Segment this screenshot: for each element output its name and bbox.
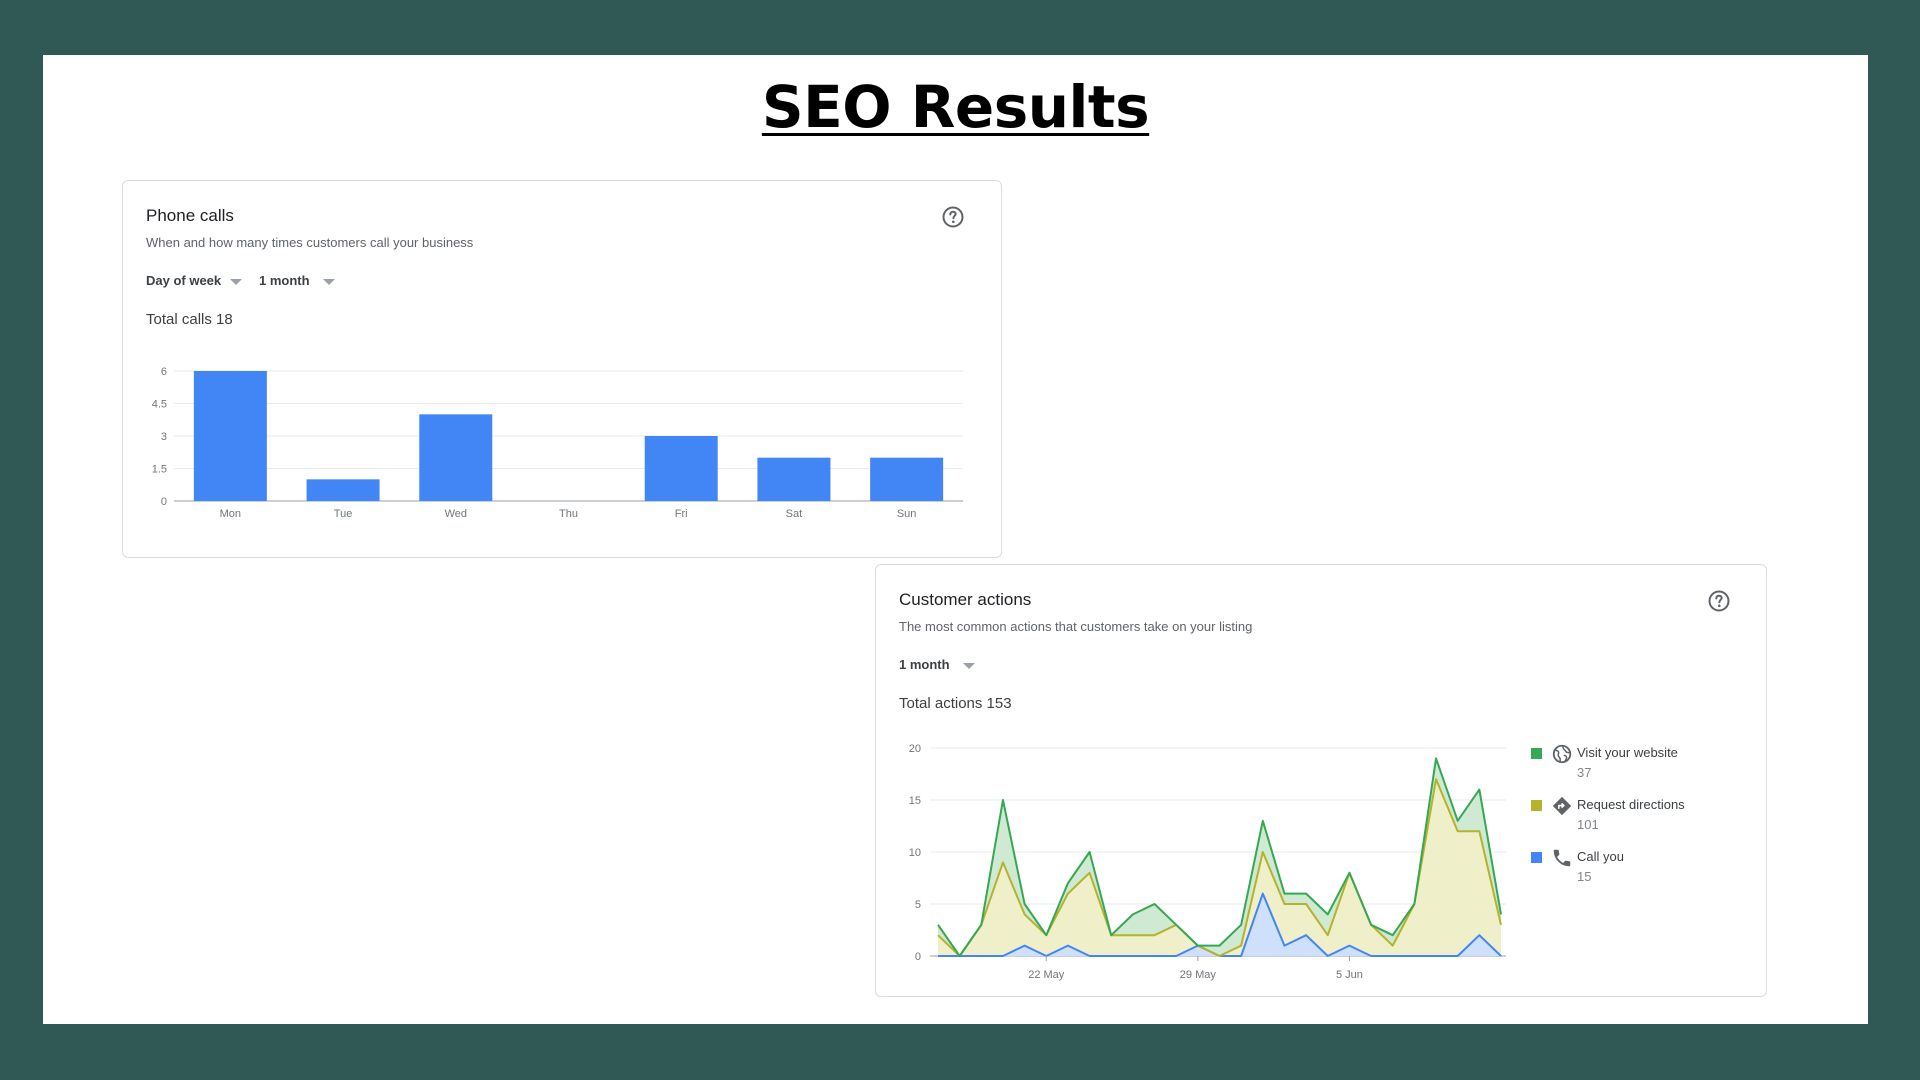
- y-tick-label: 5: [915, 899, 921, 911]
- x-tick-label: Wed: [445, 508, 467, 520]
- legend-value: 37: [1577, 765, 1592, 780]
- bar: [306, 479, 380, 501]
- y-tick-label: 6: [161, 366, 167, 378]
- range-dropdown[interactable]: 1 month: [899, 657, 975, 672]
- slide-title: SEO Results: [761, 73, 1150, 141]
- total-calls: Total calls 18: [146, 311, 233, 328]
- phone-calls-bar-chart: 0 1.5 3 4.5 6 Mon Tue Wed Thu Fri Sat Sun: [152, 366, 963, 520]
- phone-calls-subtitle: When and how many times customers call y…: [146, 235, 474, 250]
- customer-actions-subtitle: The most common actions that customers t…: [899, 619, 1253, 634]
- legend-value: 101: [1577, 817, 1599, 832]
- day-of-week-dropdown[interactable]: Day of week: [146, 273, 243, 288]
- x-tick-label: 22 May: [1028, 969, 1065, 981]
- chevron-down-icon: [962, 662, 975, 669]
- y-tick-label: 1.5: [152, 464, 167, 476]
- phone-icon: [1553, 849, 1571, 867]
- x-tick-label: Fri: [675, 508, 688, 520]
- x-tick-label: Sun: [897, 508, 917, 520]
- total-actions: Total actions 153: [899, 695, 1012, 712]
- bar: [757, 457, 831, 501]
- help-icon[interactable]: [1707, 589, 1731, 613]
- range-dropdown-label: 1 month: [259, 273, 310, 288]
- bar: [644, 436, 718, 501]
- legend-swatch: [1531, 852, 1542, 863]
- x-tick-label: Mon: [220, 508, 241, 520]
- y-tick-label: 10: [909, 847, 921, 859]
- chevron-down-icon: [322, 278, 335, 285]
- x-tick-label: Tue: [334, 508, 353, 520]
- legend-swatch: [1531, 748, 1542, 759]
- legend-label: Request directions: [1577, 797, 1685, 812]
- customer-actions-card: Customer actions The most common actions…: [875, 564, 1767, 997]
- x-tick-label: 5 Jun: [1336, 969, 1363, 981]
- legend-value: 15: [1577, 869, 1592, 884]
- globe-icon: [1552, 744, 1572, 764]
- legend-label: Call you: [1577, 849, 1624, 864]
- legend-label: Visit your website: [1577, 745, 1678, 760]
- y-tick-label: 0: [915, 951, 921, 963]
- directions-icon: [1552, 796, 1572, 816]
- phone-calls-title: Phone calls: [146, 206, 234, 225]
- y-tick-label: 4.5: [152, 399, 167, 411]
- y-tick-label: 15: [909, 795, 921, 807]
- y-tick-label: 0: [161, 496, 167, 508]
- slide: SEO Results Phone calls When and how man…: [43, 55, 1868, 1024]
- help-icon[interactable]: [941, 205, 965, 229]
- bar: [419, 414, 493, 501]
- bar: [193, 371, 267, 501]
- y-tick-label: 3: [161, 431, 167, 443]
- customer-actions-area-chart: 0 5 10 15 20 22 May 29 May 5 Jun: [909, 743, 1506, 981]
- customer-actions-title: Customer actions: [899, 590, 1032, 609]
- x-tick-label: Sat: [786, 508, 803, 520]
- area-fill: [938, 779, 1501, 956]
- y-tick-label: 20: [909, 743, 921, 755]
- bar: [870, 457, 944, 501]
- chevron-down-icon: [230, 278, 243, 285]
- legend-swatch: [1531, 800, 1542, 811]
- x-tick-label: 29 May: [1180, 969, 1217, 981]
- day-of-week-dropdown-label: Day of week: [146, 273, 222, 288]
- x-tick-label: Thu: [559, 508, 578, 520]
- phone-calls-card: Phone calls When and how many times cust…: [122, 180, 1002, 558]
- range-dropdown[interactable]: 1 month: [259, 273, 335, 288]
- range-dropdown-label: 1 month: [899, 657, 950, 672]
